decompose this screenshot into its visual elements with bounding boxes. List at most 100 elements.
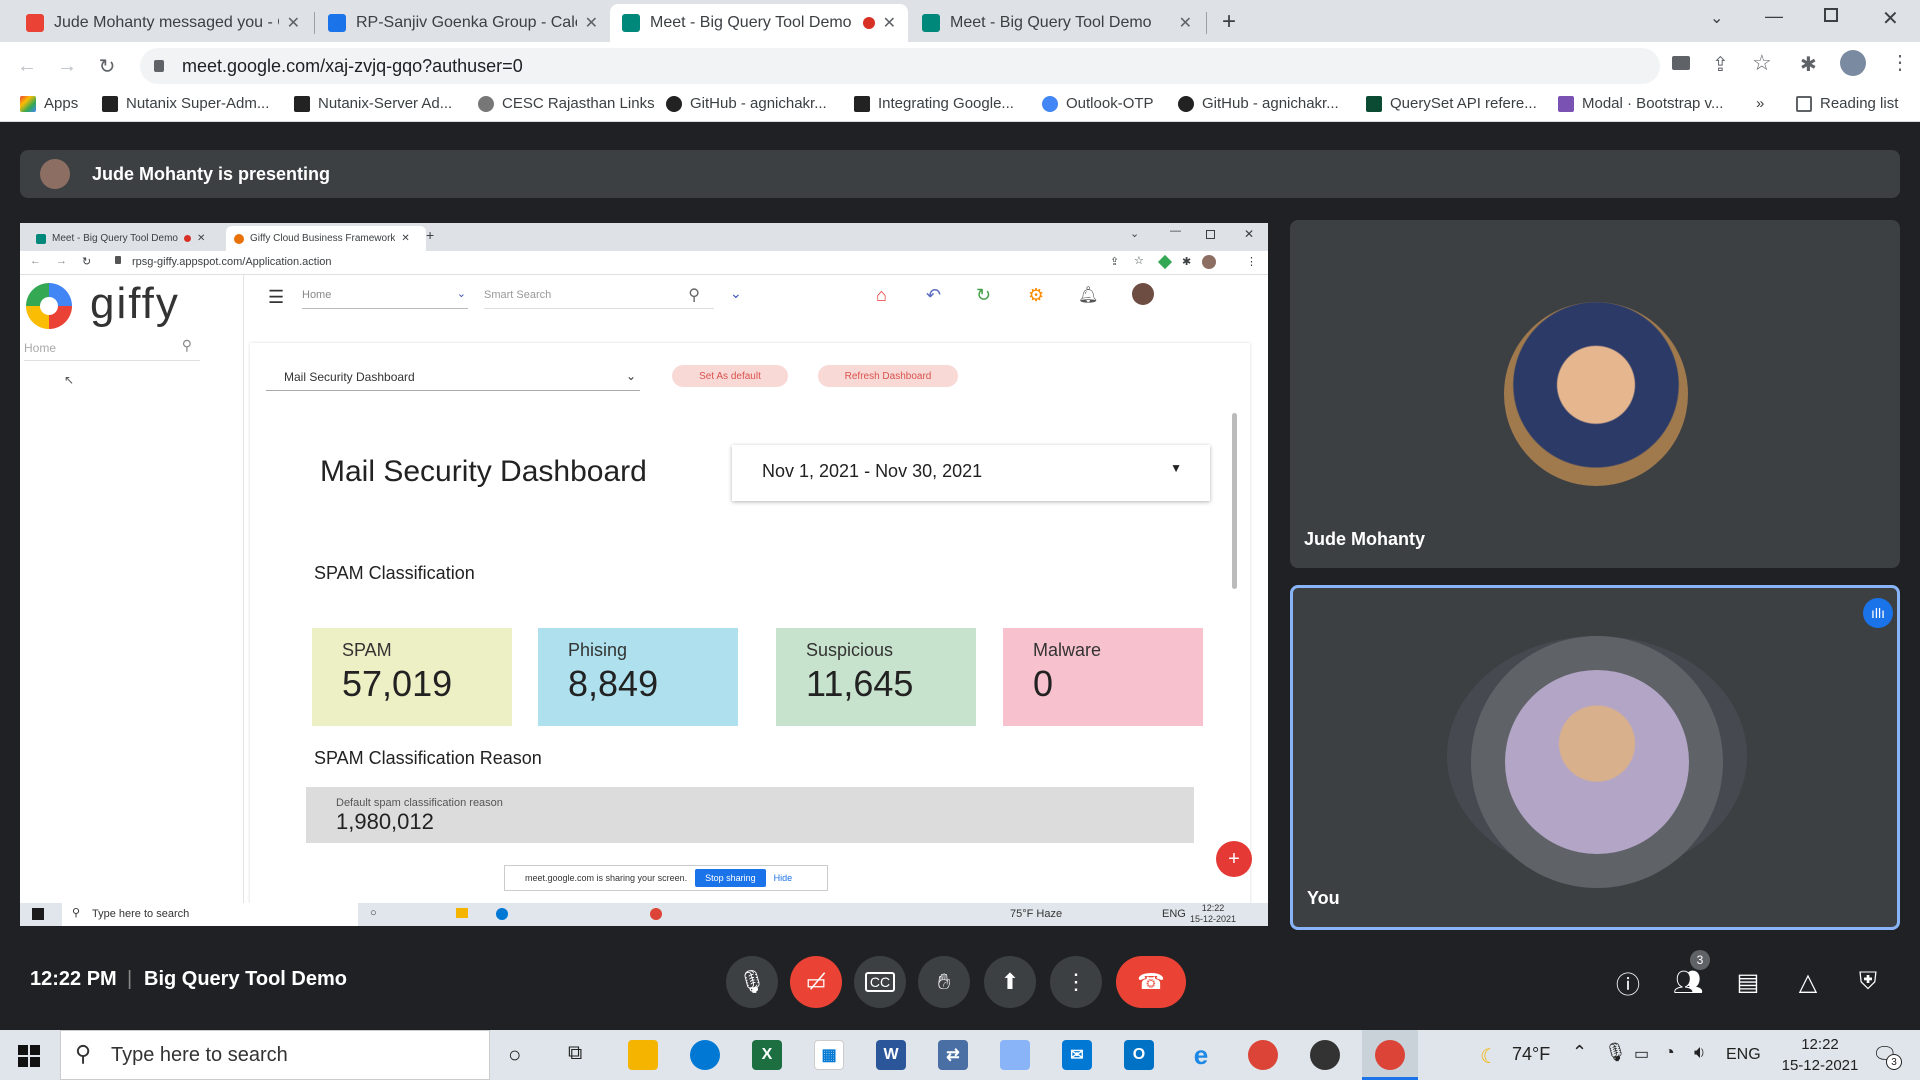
tab-calendar[interactable]: RP-Sanjiv Goenka Group - Calend ✕ [316, 4, 610, 42]
taskbar-clock[interactable]: 12:22 15-12-2021 [1770, 1034, 1870, 1076]
tab-meet-active[interactable]: Meet - Big Query Tool Demo ✕ [610, 4, 908, 42]
notifications-icon[interactable]: 🗨︎ 3 [1872, 1042, 1902, 1070]
ie-icon[interactable]: e [1186, 1040, 1216, 1070]
hangup-icon: ☎ [1137, 969, 1165, 994]
bookmark-icon [854, 95, 870, 112]
close-window-button[interactable]: ✕ [1882, 6, 1899, 31]
participant-tile[interactable]: Jude Mohanty [1290, 220, 1900, 568]
restore-button[interactable] [1824, 8, 1838, 22]
forward-icon: → [56, 255, 67, 267]
back-icon[interactable]: ← [10, 49, 44, 83]
search-icon: ⚲ [688, 287, 700, 304]
leave-call-button[interactable]: ☎ [1116, 956, 1186, 1008]
outlook-icon[interactable]: O [1124, 1040, 1154, 1070]
raise-hand-button[interactable]: ✋︎ [918, 956, 970, 1008]
avatar [1202, 255, 1216, 269]
bookmark-item[interactable]: GitHub - agnichakr... [666, 95, 827, 112]
shared-tab-active: Giffy Cloud Business Framework ✕ [226, 226, 426, 251]
camera-icon[interactable] [1672, 56, 1690, 70]
minimize-button[interactable]: — [1765, 6, 1783, 27]
search-icon: ⚲ [72, 907, 81, 919]
info-icon: ⓘ [1616, 971, 1640, 999]
bookmark-item[interactable]: Outlook-OTP [1042, 95, 1154, 112]
giffy-icon [234, 233, 244, 244]
bookmark-star-icon[interactable]: ☆ [1752, 50, 1772, 76]
share-icon[interactable]: ⇪ [1712, 52, 1729, 77]
reload-icon: ↻ [82, 256, 92, 268]
reason-label: Default spam classification reason [336, 797, 503, 809]
host-controls-button[interactable]: ⛨ [1848, 962, 1888, 1002]
reload-icon[interactable]: ↻ [90, 49, 124, 83]
address-bar[interactable]: meet.google.com/xaj-zvjq-gqo?authuser=0 [140, 48, 1660, 84]
bookmark-item[interactable]: Nutanix Super-Adm... [102, 95, 269, 112]
reading-list[interactable]: Reading list [1796, 95, 1898, 112]
more-bookmarks[interactable]: » [1756, 95, 1764, 112]
file-explorer-icon[interactable] [628, 1040, 658, 1070]
more-options-button[interactable]: ⋮ [1050, 956, 1102, 1008]
people-button[interactable]: 👥︎ 3 [1668, 950, 1710, 1002]
present-screen-icon: ⬆ [1000, 969, 1020, 994]
task-view-icon[interactable]: ⧉ [568, 1042, 582, 1065]
chrome-active-icon[interactable] [1362, 1030, 1418, 1080]
extensions-icon[interactable]: ✱ [1800, 52, 1817, 77]
chrome-icon [650, 908, 662, 920]
new-tab-icon: + [426, 227, 435, 243]
microphone-button[interactable]: 🎙︎ [726, 956, 778, 1008]
chrome-icon[interactable] [1248, 1040, 1278, 1070]
menu-icon[interactable]: ⋮ [1890, 50, 1910, 75]
cortana-icon[interactable]: ○ [508, 1042, 521, 1068]
bookmark-item[interactable]: CESC Rajasthan Links [478, 95, 655, 112]
tab-meet-2[interactable]: Meet - Big Query Tool Demo ✕ [910, 4, 1204, 42]
people-count-badge: 3 [1690, 950, 1710, 970]
lock-icon [115, 256, 121, 264]
bookmark-item[interactable]: Nutanix-Server Ad... [294, 95, 452, 112]
add-fab-button: + [1216, 841, 1252, 877]
taskbar-search-box[interactable]: ⚲ Type here to search [60, 1030, 490, 1080]
camera-off-button[interactable]: ▭̸ [790, 956, 842, 1008]
profile-avatar[interactable] [1840, 50, 1866, 76]
new-tab-button[interactable]: + [1222, 8, 1236, 36]
mail-icon[interactable]: ✉ [1062, 1040, 1092, 1070]
bookmark-apps[interactable]: Apps [20, 95, 78, 112]
tab-search-icon[interactable]: ⌄ [1710, 8, 1723, 28]
bookmark-item[interactable]: GitHub - agnichakr... [1178, 95, 1339, 112]
activities-button[interactable]: △ [1788, 962, 1828, 1002]
giffy-top-bar: ☰ Home ⌄ Smart Search ⚲ ⌄ ⌂ ↶ ↻ ⚙ 🔔︎ [244, 275, 1268, 321]
language-indicator[interactable]: ENG [1726, 1046, 1761, 1064]
chat-button[interactable]: ▤ [1728, 962, 1768, 1002]
virtualbox-icon[interactable] [1000, 1040, 1030, 1070]
bookmark-item[interactable]: QuerySet API refere... [1366, 95, 1537, 112]
chevron-down-icon: ⌄ [1130, 228, 1140, 240]
bookmark-item[interactable]: Modal · Bootstrap v... [1558, 95, 1723, 112]
mouse-cursor-icon: ↖ [64, 373, 75, 387]
tab-gmail[interactable]: Jude Mohanty messaged you - C ✕ [14, 4, 312, 42]
excel-icon[interactable]: X [752, 1040, 782, 1070]
recording-icon [862, 17, 875, 29]
network-icon[interactable]: ⇄ [938, 1040, 968, 1070]
app-icon[interactable] [1310, 1040, 1340, 1070]
close-icon[interactable]: ✕ [287, 13, 300, 33]
word-icon[interactable]: W [876, 1040, 906, 1070]
giffy-logo-text: giffy [90, 279, 180, 328]
chevron-down-icon: ⌄ [625, 369, 636, 383]
meeting-info-button[interactable]: ⓘ [1608, 962, 1648, 1002]
taskbar-search: ⚲ Type here to search [62, 903, 358, 926]
participant-tile-self[interactable]: ıllı You [1290, 585, 1900, 930]
bookmark-item[interactable]: Integrating Google... [854, 95, 1014, 112]
meet-icon [922, 14, 940, 32]
store-icon[interactable]: ▦ [814, 1040, 844, 1070]
close-icon[interactable]: ✕ [883, 13, 896, 33]
forward-icon[interactable]: → [50, 49, 84, 83]
card-value: 8,849 [568, 663, 659, 704]
close-icon[interactable]: ✕ [1179, 13, 1192, 33]
close-icon[interactable]: ✕ [585, 13, 598, 33]
captions-button[interactable]: CC [854, 956, 906, 1008]
windows-start-icon[interactable] [18, 1045, 40, 1067]
present-button[interactable]: ⬆ [984, 956, 1036, 1008]
weather-icon: ☾ [1480, 1046, 1498, 1068]
bell-icon: 🔔︎ [1078, 287, 1099, 304]
edge-icon[interactable] [690, 1040, 720, 1070]
tray-chevron-icon[interactable]: ⌃ [1572, 1042, 1587, 1063]
sharing-notice: meet.google.com is sharing your screen. … [504, 865, 828, 891]
restore-icon [1206, 230, 1215, 239]
